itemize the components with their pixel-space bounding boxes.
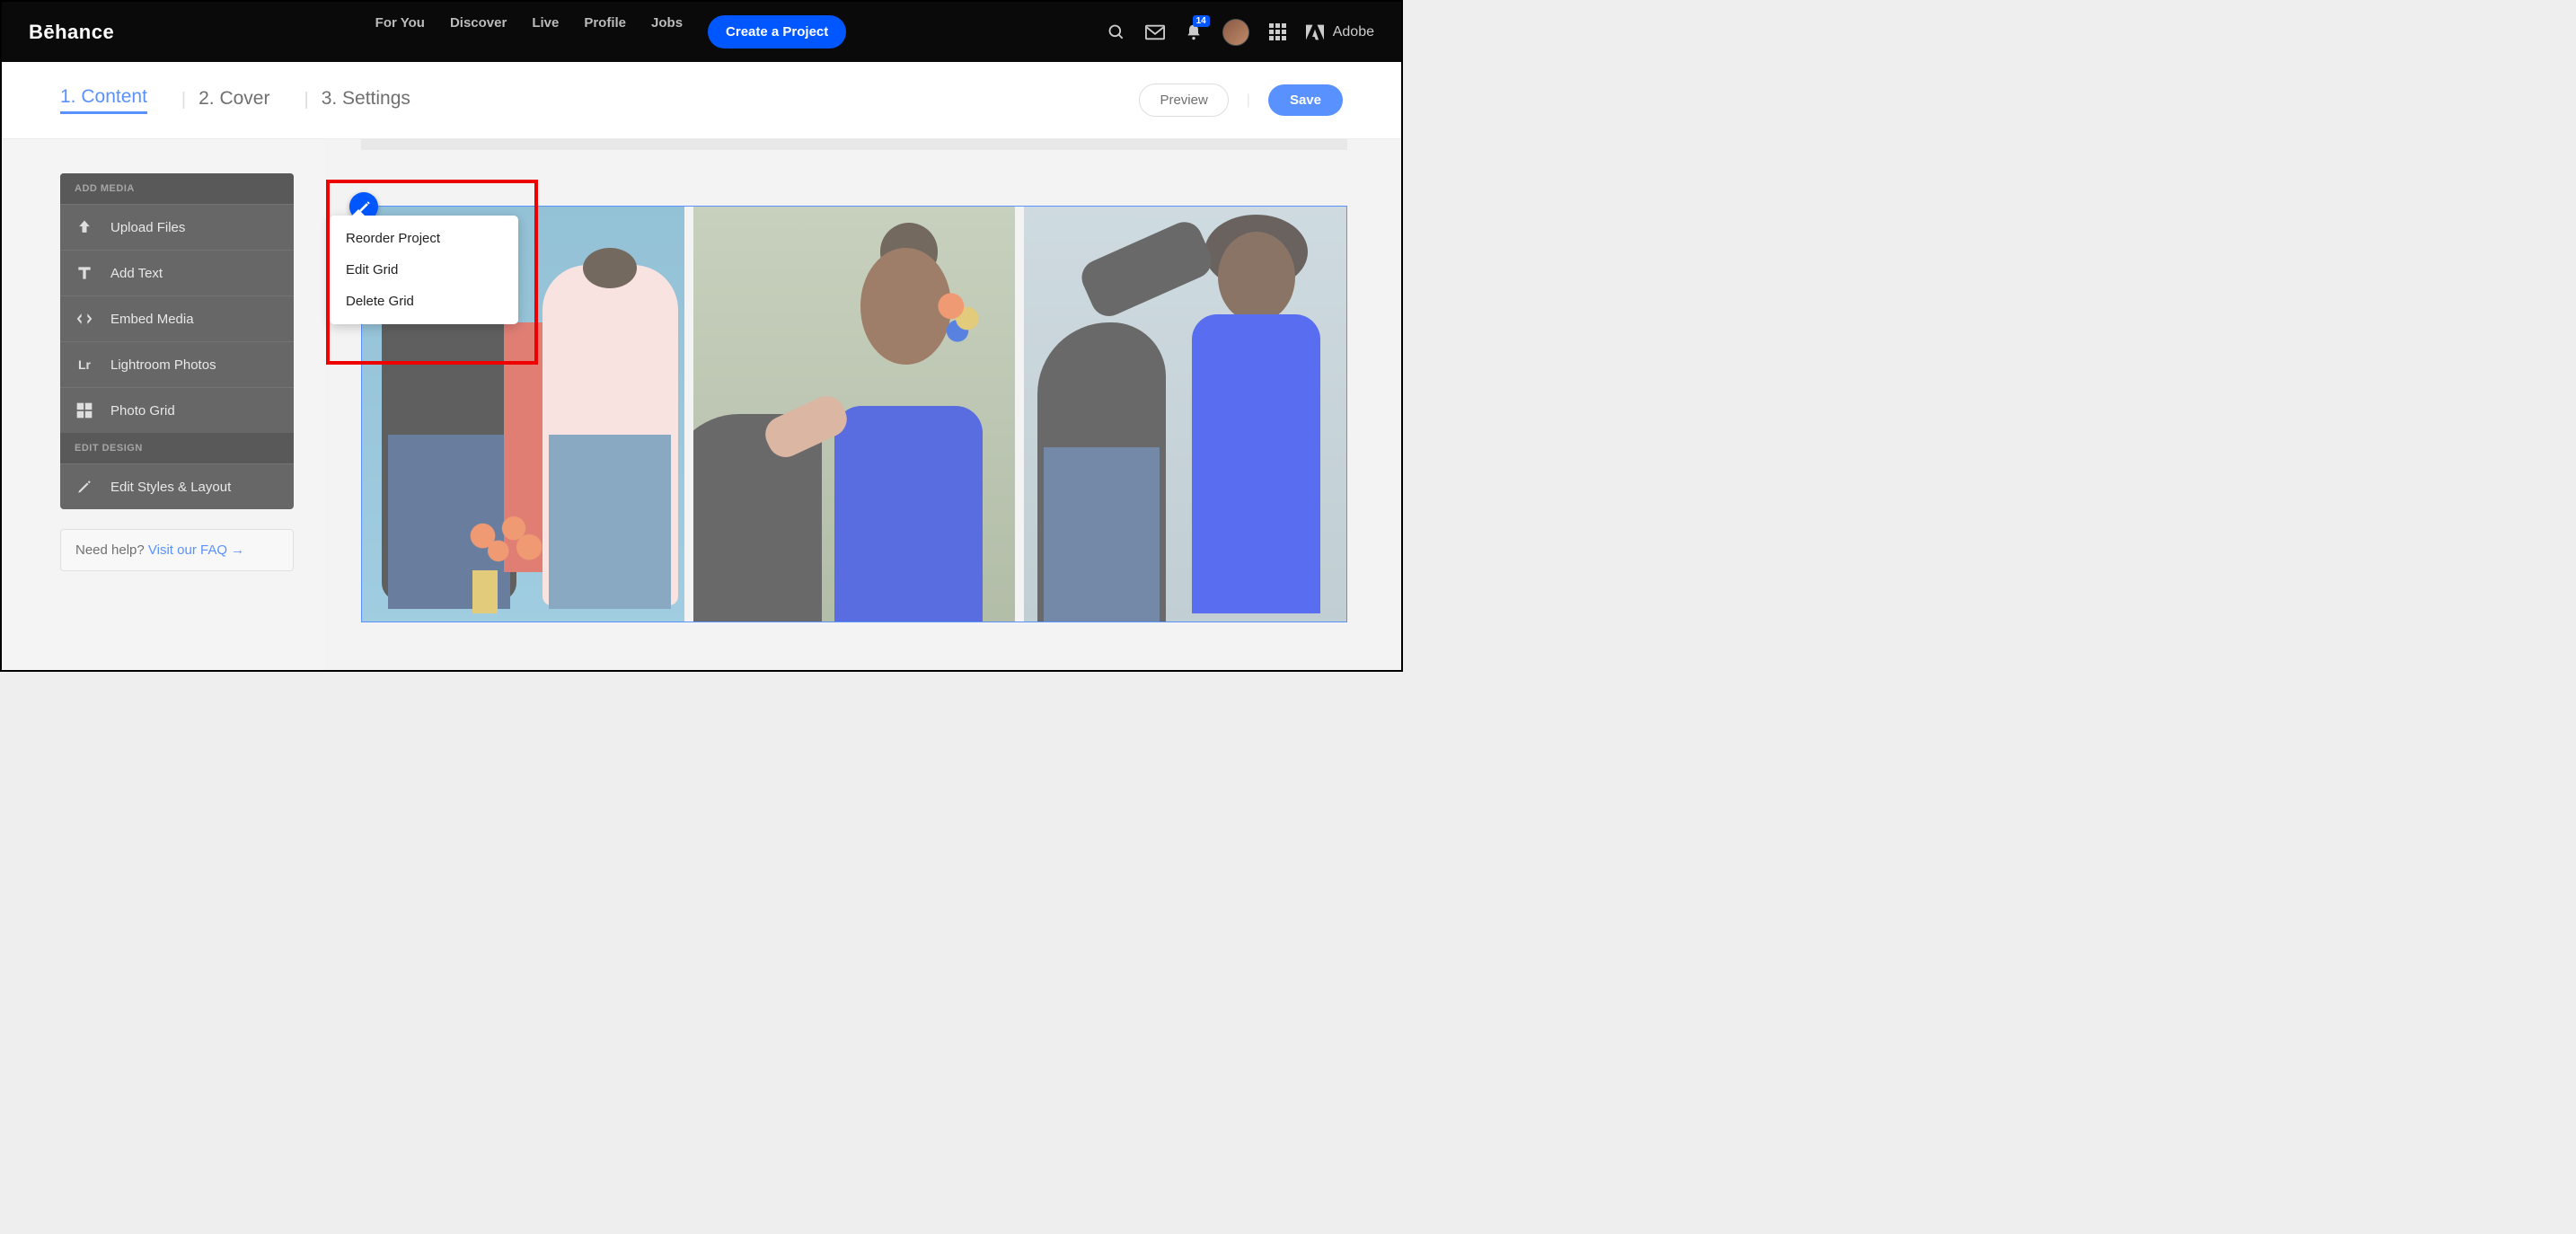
save-button[interactable]: Save <box>1268 84 1343 116</box>
avatar[interactable] <box>1222 19 1249 46</box>
tab-separator: | <box>181 90 186 110</box>
edit-design-header: EDIT DESIGN <box>60 433 294 463</box>
grid-icon <box>75 401 94 420</box>
photo-grid-item[interactable]: Photo Grid <box>60 387 294 433</box>
upload-icon <box>75 217 94 237</box>
add-media-header: ADD MEDIA <box>60 173 294 204</box>
help-text: Need help? <box>75 542 148 558</box>
add-text-item[interactable]: Add Text <box>60 250 294 295</box>
tab-separator: | <box>1247 93 1250 109</box>
editor-canvas: Reorder Project Edit Grid Delete Grid ← … <box>325 139 1401 670</box>
nav-discover[interactable]: Discover <box>450 15 507 48</box>
nav-right: 14 Adobe <box>1107 19 1374 46</box>
sidebar-item-label: Upload Files <box>110 220 185 235</box>
grid-image-2[interactable] <box>693 207 1016 621</box>
left-sidebar: ADD MEDIA Upload Files Add Text Embed Me… <box>2 139 325 670</box>
edit-grid-control: Reorder Project Edit Grid Delete Grid <box>349 192 378 221</box>
grid-dropdown-menu: Reorder Project Edit Grid Delete Grid <box>330 216 518 324</box>
lightroom-icon: Lr <box>75 355 94 375</box>
dropdown-edit-grid[interactable]: Edit Grid <box>330 254 518 286</box>
sidebar-item-label: Embed Media <box>110 312 194 327</box>
sidebar-item-label: Add Text <box>110 266 163 281</box>
pencil-icon <box>75 477 94 497</box>
upload-files-item[interactable]: Upload Files <box>60 204 294 250</box>
nav-for-you[interactable]: For You <box>375 15 425 48</box>
lightroom-photos-item[interactable]: Lr Lightroom Photos <box>60 341 294 387</box>
nav-jobs[interactable]: Jobs <box>651 15 683 48</box>
sidebar-item-label: Edit Styles & Layout <box>110 480 231 495</box>
apps-icon[interactable] <box>1269 23 1286 40</box>
tab-separator: | <box>304 90 308 110</box>
embed-icon <box>75 309 94 329</box>
top-header: Bēhance For You Discover Live Profile Jo… <box>2 2 1401 62</box>
content-block-placeholder <box>361 139 1347 150</box>
behance-logo[interactable]: Bēhance <box>29 21 114 44</box>
search-icon[interactable] <box>1107 23 1125 41</box>
faq-link[interactable]: Visit our FAQ → <box>148 542 244 558</box>
help-box: Need help? Visit our FAQ → <box>60 529 294 571</box>
tab-cover[interactable]: 2. Cover <box>198 88 269 113</box>
sidebar-item-label: Lightroom Photos <box>110 357 216 373</box>
notification-badge: 14 <box>1193 15 1210 27</box>
text-icon <box>75 263 94 283</box>
tab-content[interactable]: 1. Content <box>60 86 147 114</box>
nav-live[interactable]: Live <box>532 15 559 48</box>
mail-icon[interactable] <box>1145 23 1165 41</box>
dropdown-reorder-project[interactable]: Reorder Project <box>330 223 518 254</box>
adobe-logo-icon[interactable]: Adobe <box>1306 24 1374 40</box>
body-area: ADD MEDIA Upload Files Add Text Embed Me… <box>2 139 1401 670</box>
edit-styles-layout-item[interactable]: Edit Styles & Layout <box>60 463 294 509</box>
create-project-button[interactable]: Create a Project <box>708 15 846 48</box>
editor-tabs-bar: 1. Content | 2. Cover | 3. Settings Prev… <box>2 62 1401 139</box>
tab-settings[interactable]: 3. Settings <box>322 88 410 113</box>
photo-grid-block[interactable]: Reorder Project Edit Grid Delete Grid ← … <box>361 206 1347 622</box>
preview-button[interactable]: Preview <box>1139 84 1228 117</box>
adobe-label: Adobe <box>1333 24 1374 40</box>
embed-media-item[interactable]: Embed Media <box>60 295 294 341</box>
bell-icon[interactable]: 14 <box>1185 22 1203 42</box>
sidebar-item-label: Photo Grid <box>110 403 175 419</box>
nav-profile[interactable]: Profile <box>584 15 626 48</box>
dropdown-delete-grid[interactable]: Delete Grid <box>330 286 518 317</box>
add-media-panel: ADD MEDIA Upload Files Add Text Embed Me… <box>60 173 294 509</box>
grid-image-3[interactable] <box>1024 207 1346 621</box>
nav-center: For You Discover Live Profile Jobs Creat… <box>114 15 1107 48</box>
